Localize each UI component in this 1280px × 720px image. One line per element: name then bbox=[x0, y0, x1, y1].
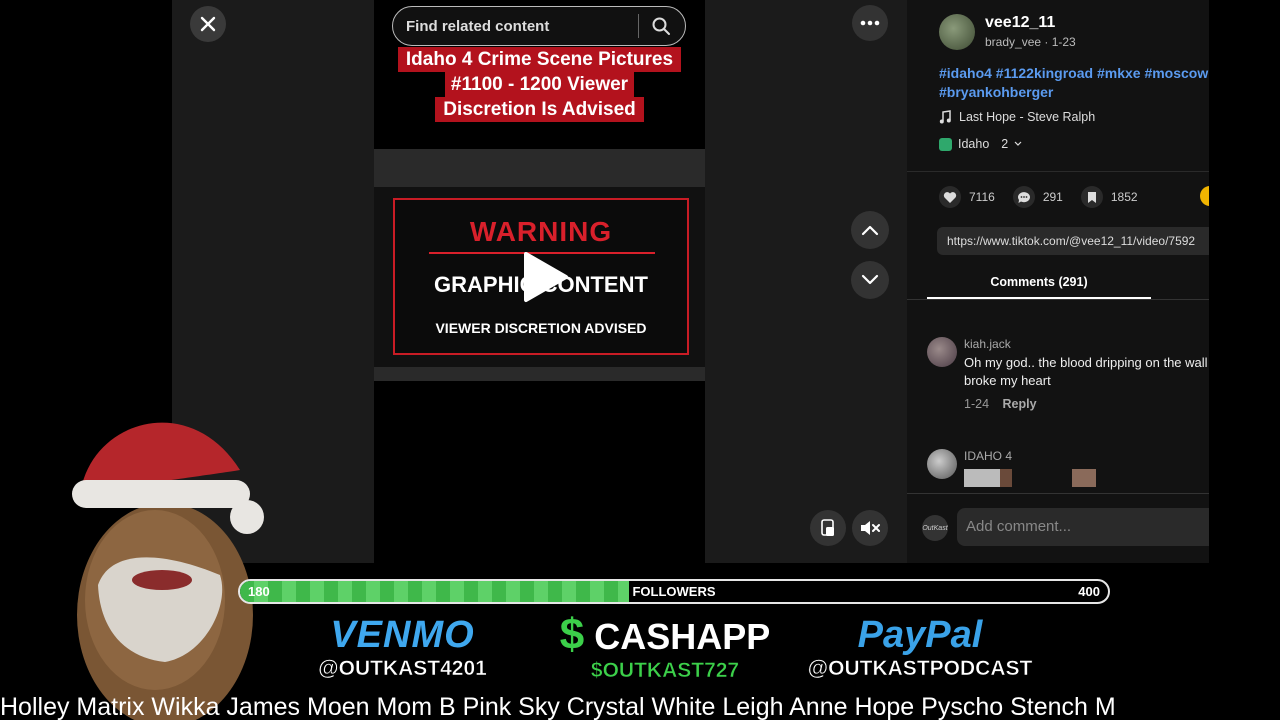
comment-date: 1-24 bbox=[964, 397, 990, 411]
paypal-logo: PayPal bbox=[857, 614, 983, 656]
followers-goal-bar: 180 FOLLOWERS 400 bbox=[238, 579, 1110, 604]
bookmark-icon bbox=[1080, 186, 1103, 208]
more-options-button[interactable] bbox=[852, 5, 888, 41]
video-band bbox=[374, 149, 705, 187]
comment-text: Oh my god.. the blood dripping on the wa… bbox=[964, 355, 1208, 388]
cashapp-block: $ CASHAPP $OUTKAST727 bbox=[540, 613, 790, 684]
comment-meta: 1-24 Reply bbox=[964, 397, 1037, 411]
author-username[interactable]: vee12_11 bbox=[985, 14, 1055, 32]
warning-title: WARNING bbox=[469, 216, 613, 247]
comment-username[interactable]: kiah.jack bbox=[964, 337, 1011, 351]
goal-target: 400 bbox=[1078, 584, 1100, 599]
more-icon bbox=[860, 20, 880, 26]
engagement-stats: 7116 291 1852 bbox=[939, 186, 1156, 208]
tab-comments[interactable]: Comments (291) bbox=[927, 275, 1151, 289]
comment-image bbox=[1072, 469, 1096, 487]
avatar[interactable] bbox=[927, 337, 957, 367]
add-comment-input[interactable]: Add comment... bbox=[957, 508, 1209, 546]
author-subline: brady_vee · 1-23 bbox=[985, 35, 1076, 49]
video-band-lower bbox=[374, 367, 705, 381]
search-icon bbox=[652, 17, 670, 35]
caption-line: Discretion Is Advised bbox=[435, 97, 644, 122]
goal-label: FOLLOWERS bbox=[632, 584, 716, 599]
comment-icon bbox=[1012, 186, 1035, 208]
copy-link-field[interactable]: https://www.tiktok.com/@vee12_11/video/7… bbox=[937, 227, 1209, 255]
divider bbox=[907, 299, 1209, 300]
share-icon[interactable] bbox=[1200, 186, 1209, 206]
chevron-down-icon bbox=[1014, 141, 1022, 146]
divider bbox=[907, 493, 1209, 494]
mascot-santa-avatar bbox=[72, 422, 264, 720]
close-icon bbox=[200, 16, 216, 32]
location-count: 2 bbox=[1001, 137, 1009, 151]
caption-line: #1100 - 1200 Viewer bbox=[444, 72, 635, 97]
comment-image bbox=[1000, 469, 1012, 487]
warning-viewer-text: VIEWER DISCRETION ADVISED bbox=[435, 320, 647, 336]
pip-icon bbox=[821, 519, 834, 536]
chevron-down-icon bbox=[861, 274, 879, 285]
my-avatar: OutKast bbox=[922, 515, 948, 541]
picture-in-picture-button[interactable] bbox=[810, 510, 846, 546]
search-button[interactable] bbox=[639, 16, 683, 36]
comment-username[interactable]: IDAHO 4 bbox=[964, 449, 1012, 463]
heart-icon bbox=[939, 186, 961, 208]
comment-image bbox=[964, 469, 1000, 487]
dollar-icon: $ bbox=[559, 610, 585, 659]
avatar[interactable] bbox=[927, 449, 957, 479]
music-title: Last Hope - Steve Ralph bbox=[959, 110, 1096, 124]
save-button[interactable]: 1852 bbox=[1080, 186, 1138, 208]
comment-count: 291 bbox=[1042, 190, 1063, 204]
like-button[interactable]: 7116 bbox=[939, 186, 995, 208]
details-panel: vee12_11 brady_vee · 1-23 #idaho4 #1122k… bbox=[907, 0, 1209, 563]
venmo-handle: @OUTKAST4201 bbox=[318, 657, 487, 681]
stream-stage: Find related content Idaho 4 Crime Scene… bbox=[0, 0, 1280, 720]
play-icon[interactable] bbox=[520, 250, 570, 304]
music-note-icon bbox=[939, 110, 951, 124]
close-button[interactable] bbox=[190, 6, 226, 42]
next-video-button[interactable] bbox=[851, 261, 889, 299]
save-count: 1852 bbox=[1110, 190, 1138, 204]
like-count: 7116 bbox=[969, 190, 995, 204]
cashapp-handle: $OUTKAST727 bbox=[590, 659, 740, 683]
author-avatar[interactable] bbox=[939, 14, 975, 50]
caption-line: Idaho 4 Crime Scene Pictures bbox=[397, 47, 682, 72]
location-icon bbox=[939, 137, 952, 151]
comment-button[interactable]: 291 bbox=[1012, 186, 1063, 208]
post-hashtags[interactable]: #idaho4 #1122kingroad #mkxe #moscow #bry… bbox=[939, 64, 1209, 102]
mute-button[interactable] bbox=[852, 510, 888, 546]
chevron-up-icon bbox=[861, 225, 879, 236]
paypal-block: PayPal @OUTKASTPODCAST bbox=[800, 614, 1040, 682]
volume-muted-icon bbox=[861, 521, 880, 535]
venmo-logo: VENMO bbox=[330, 614, 475, 656]
video-caption: Idaho 4 Crime Scene Pictures #1100 - 120… bbox=[374, 47, 705, 122]
supporters-ticker: Holley Matrix Wikka James Moen Mom B Pin… bbox=[0, 693, 1116, 720]
venmo-block: VENMO @OUTKAST4201 bbox=[300, 614, 505, 682]
search-bar[interactable]: Find related content bbox=[392, 6, 686, 46]
cashapp-brand: CASHAPP bbox=[594, 616, 771, 657]
search-input[interactable]: Find related content bbox=[406, 18, 638, 35]
paypal-handle: @OUTKASTPODCAST bbox=[807, 657, 1033, 681]
location-name: Idaho bbox=[958, 137, 990, 151]
previous-video-button[interactable] bbox=[851, 211, 889, 249]
cashapp-logo: $ CASHAPP bbox=[540, 613, 790, 658]
reply-button[interactable]: Reply bbox=[1003, 397, 1037, 411]
location-row[interactable]: Idaho 2 bbox=[939, 137, 1022, 151]
divider bbox=[907, 171, 1209, 172]
music-row[interactable]: Last Hope - Steve Ralph bbox=[939, 110, 1095, 124]
